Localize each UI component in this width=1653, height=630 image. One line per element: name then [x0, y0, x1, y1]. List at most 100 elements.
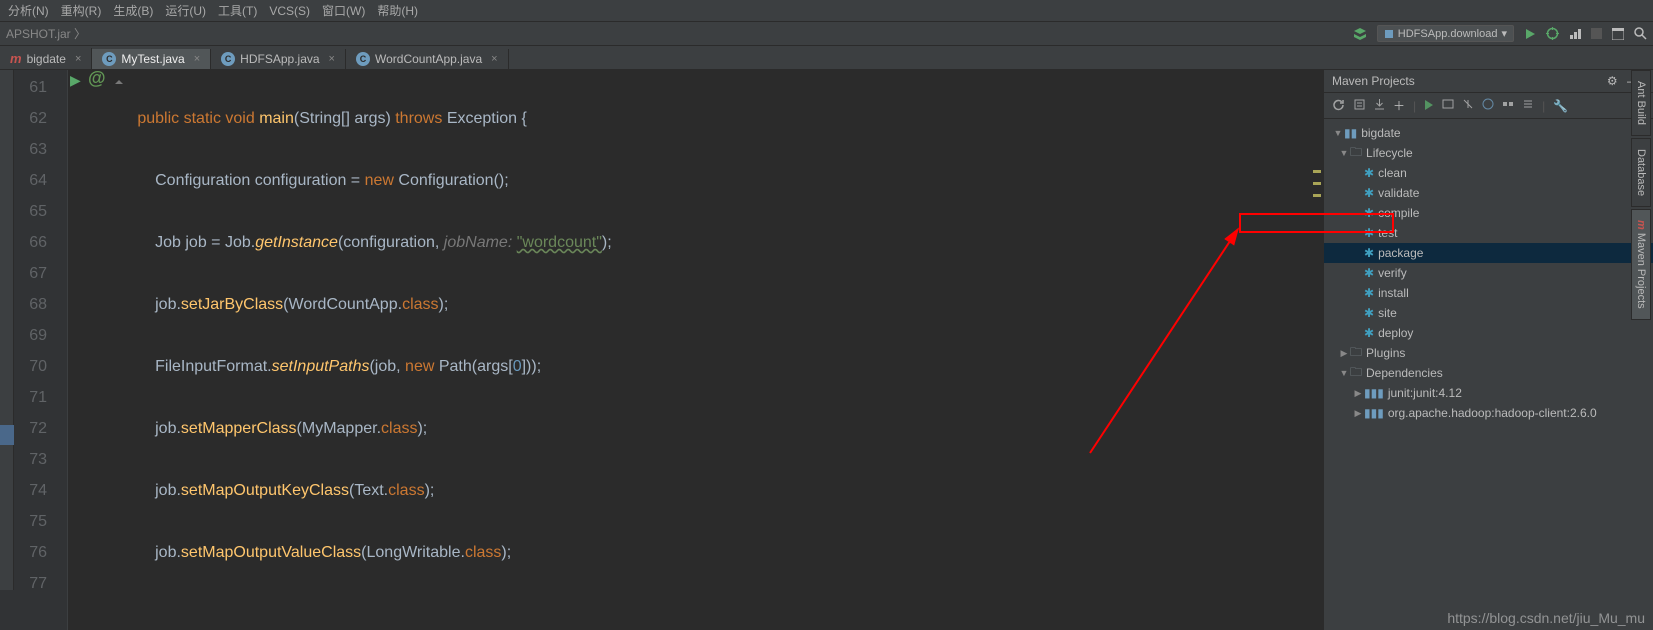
search-icon[interactable]: [1634, 27, 1647, 40]
generate-sources-icon[interactable]: [1353, 98, 1366, 114]
tab-wordcountapp[interactable]: C WordCountApp.java ×: [346, 49, 509, 69]
plugins-node[interactable]: ▶🗀Plugins: [1324, 343, 1653, 363]
maven-panel: Maven Projects ⚙ — ＋ | | 🔧 ▼▮▮bigdate ▼🗀…: [1323, 70, 1653, 630]
build-icon[interactable]: [1353, 27, 1367, 41]
debug-icon[interactable]: [1546, 27, 1559, 40]
left-tool-strip[interactable]: [0, 70, 14, 590]
menu-item[interactable]: 窗口(W): [322, 2, 365, 19]
tab-label: bigdate: [27, 52, 66, 66]
show-deps-icon[interactable]: [1502, 98, 1514, 113]
execute-icon[interactable]: [1442, 98, 1454, 113]
menu-item[interactable]: 运行(U): [165, 2, 206, 19]
collapse-icon[interactable]: [114, 74, 124, 92]
maven-project-node[interactable]: ▼▮▮bigdate: [1324, 123, 1653, 143]
gear-icon: ✱: [1364, 186, 1374, 200]
gear-icon[interactable]: ⚙: [1607, 74, 1618, 88]
java-file-icon: C: [102, 52, 116, 66]
gutter-run-icon[interactable]: ▶: [70, 72, 81, 89]
download-icon[interactable]: [1374, 98, 1385, 114]
lifecycle-clean[interactable]: ✱clean: [1324, 163, 1653, 183]
maven-module-icon: ▮▮: [1344, 126, 1357, 140]
close-icon[interactable]: ×: [491, 53, 497, 65]
run-icon[interactable]: [1524, 28, 1536, 40]
lifecycle-compile[interactable]: ✱compile: [1324, 203, 1653, 223]
tab-label: WordCountApp.java: [375, 52, 482, 66]
java-file-icon: C: [221, 52, 235, 66]
folder-icon: 🗀: [1350, 343, 1362, 364]
menu-item[interactable]: 分析(N): [8, 2, 49, 19]
lifecycle-test[interactable]: ✱test: [1324, 223, 1653, 243]
maven-tree[interactable]: ▼▮▮bigdate ▼🗀Lifecycle ✱clean ✱validate …: [1324, 119, 1653, 630]
folder-icon: 🗀: [1350, 363, 1362, 384]
run-config-selector[interactable]: HDFSApp.download ▾: [1377, 25, 1514, 42]
code-area[interactable]: public static void main(String[] args) t…: [68, 70, 612, 630]
toolbar: APSHOT.jar 〉 HDFSApp.download ▾: [0, 22, 1653, 46]
maven-module-icon: m: [10, 51, 22, 66]
java-file-icon: C: [356, 52, 370, 66]
toggle-offline-icon[interactable]: [1462, 98, 1474, 113]
warning-marker[interactable]: [1313, 170, 1321, 173]
tab-label: MyTest.java: [121, 52, 184, 66]
lifecycle-install[interactable]: ✱install: [1324, 283, 1653, 303]
dependencies-node[interactable]: ▼🗀Dependencies: [1324, 363, 1653, 383]
lifecycle-verify[interactable]: ✱verify: [1324, 263, 1653, 283]
gear-icon: ✱: [1364, 246, 1374, 260]
run-controls: HDFSApp.download ▾: [1353, 25, 1647, 42]
lifecycle-node[interactable]: ▼🗀Lifecycle: [1324, 143, 1653, 163]
lifecycle-validate[interactable]: ✱validate: [1324, 183, 1653, 203]
watermark: https://blog.csdn.net/jiu_Mu_mu: [1447, 610, 1645, 626]
close-icon[interactable]: ×: [329, 53, 335, 65]
wrench-icon[interactable]: 🔧: [1553, 99, 1568, 113]
sidetab-maven[interactable]: m Maven Projects: [1631, 209, 1651, 320]
menu-item[interactable]: 重构(R): [61, 2, 102, 19]
run-config-label: HDFSApp.download: [1398, 28, 1498, 40]
bookmark-marker: [0, 425, 14, 445]
dependency-item[interactable]: ▶▮▮▮org.apache.hadoop:hadoop-client:2.6.…: [1324, 403, 1653, 423]
gear-icon: ✱: [1364, 286, 1374, 300]
editor-tabs: m bigdate × C MyTest.java × C HDFSApp.java × C…: [0, 46, 1653, 70]
sidetab-database[interactable]: Database: [1631, 138, 1651, 207]
library-icon: ▮▮▮: [1364, 386, 1384, 400]
refresh-icon[interactable]: [1332, 98, 1345, 114]
stop-icon[interactable]: [1591, 28, 1602, 39]
sidetab-ant-build[interactable]: Ant Build: [1631, 70, 1651, 136]
run-maven-icon[interactable]: [1424, 99, 1434, 113]
main-menu-bar[interactable]: 分析(N) 重构(R) 生成(B) 运行(U) 工具(T) VCS(S) 窗口(…: [0, 0, 1653, 22]
layout-icon[interactable]: [1612, 28, 1624, 40]
dependency-item[interactable]: ▶▮▮▮junit:junit:4.12: [1324, 383, 1653, 403]
warning-marker[interactable]: [1313, 182, 1321, 185]
tab-bigdate[interactable]: m bigdate ×: [0, 48, 92, 69]
tab-mytest[interactable]: C MyTest.java ×: [92, 49, 211, 69]
add-icon[interactable]: ＋: [1393, 97, 1405, 114]
close-icon[interactable]: ×: [194, 53, 200, 65]
chevron-down-icon: ▾: [1501, 27, 1507, 40]
close-icon[interactable]: ×: [75, 53, 81, 65]
param-hint: jobName:: [444, 234, 512, 251]
collapse-all-icon[interactable]: [1522, 98, 1534, 113]
coverage-icon[interactable]: [1569, 28, 1581, 40]
lifecycle-package[interactable]: ✱package: [1324, 243, 1653, 263]
gear-icon: ✱: [1364, 226, 1374, 240]
breadcrumb[interactable]: APSHOT.jar 〉: [6, 25, 86, 42]
skip-tests-icon[interactable]: [1482, 98, 1494, 113]
error-stripe[interactable]: [1311, 70, 1321, 570]
library-icon: ▮▮▮: [1364, 406, 1384, 420]
main-area: 6162636465666768697071727374757677 ▶ @ p…: [0, 70, 1653, 630]
lifecycle-deploy[interactable]: ✱deploy: [1324, 323, 1653, 343]
tab-label: HDFSApp.java: [240, 52, 319, 66]
menu-item[interactable]: VCS(S): [269, 4, 310, 18]
tab-hdfsapp[interactable]: C HDFSApp.java ×: [211, 49, 346, 69]
right-tool-tabs: Ant Build Database m Maven Projects: [1631, 70, 1653, 322]
warning-marker[interactable]: [1313, 194, 1321, 197]
code-editor[interactable]: 6162636465666768697071727374757677 ▶ @ p…: [0, 70, 1323, 630]
menu-item[interactable]: 工具(T): [218, 2, 257, 19]
gear-icon: ✱: [1364, 306, 1374, 320]
menu-item[interactable]: 生成(B): [113, 2, 153, 19]
override-icon[interactable]: @: [88, 68, 106, 89]
menu-item[interactable]: 帮助(H): [377, 2, 418, 19]
maven-toolbar: ＋ | | 🔧: [1324, 93, 1653, 119]
lifecycle-site[interactable]: ✱site: [1324, 303, 1653, 323]
gear-icon: ✱: [1364, 206, 1374, 220]
panel-title: Maven Projects: [1332, 74, 1415, 88]
maven-panel-header: Maven Projects ⚙ —: [1324, 70, 1653, 93]
